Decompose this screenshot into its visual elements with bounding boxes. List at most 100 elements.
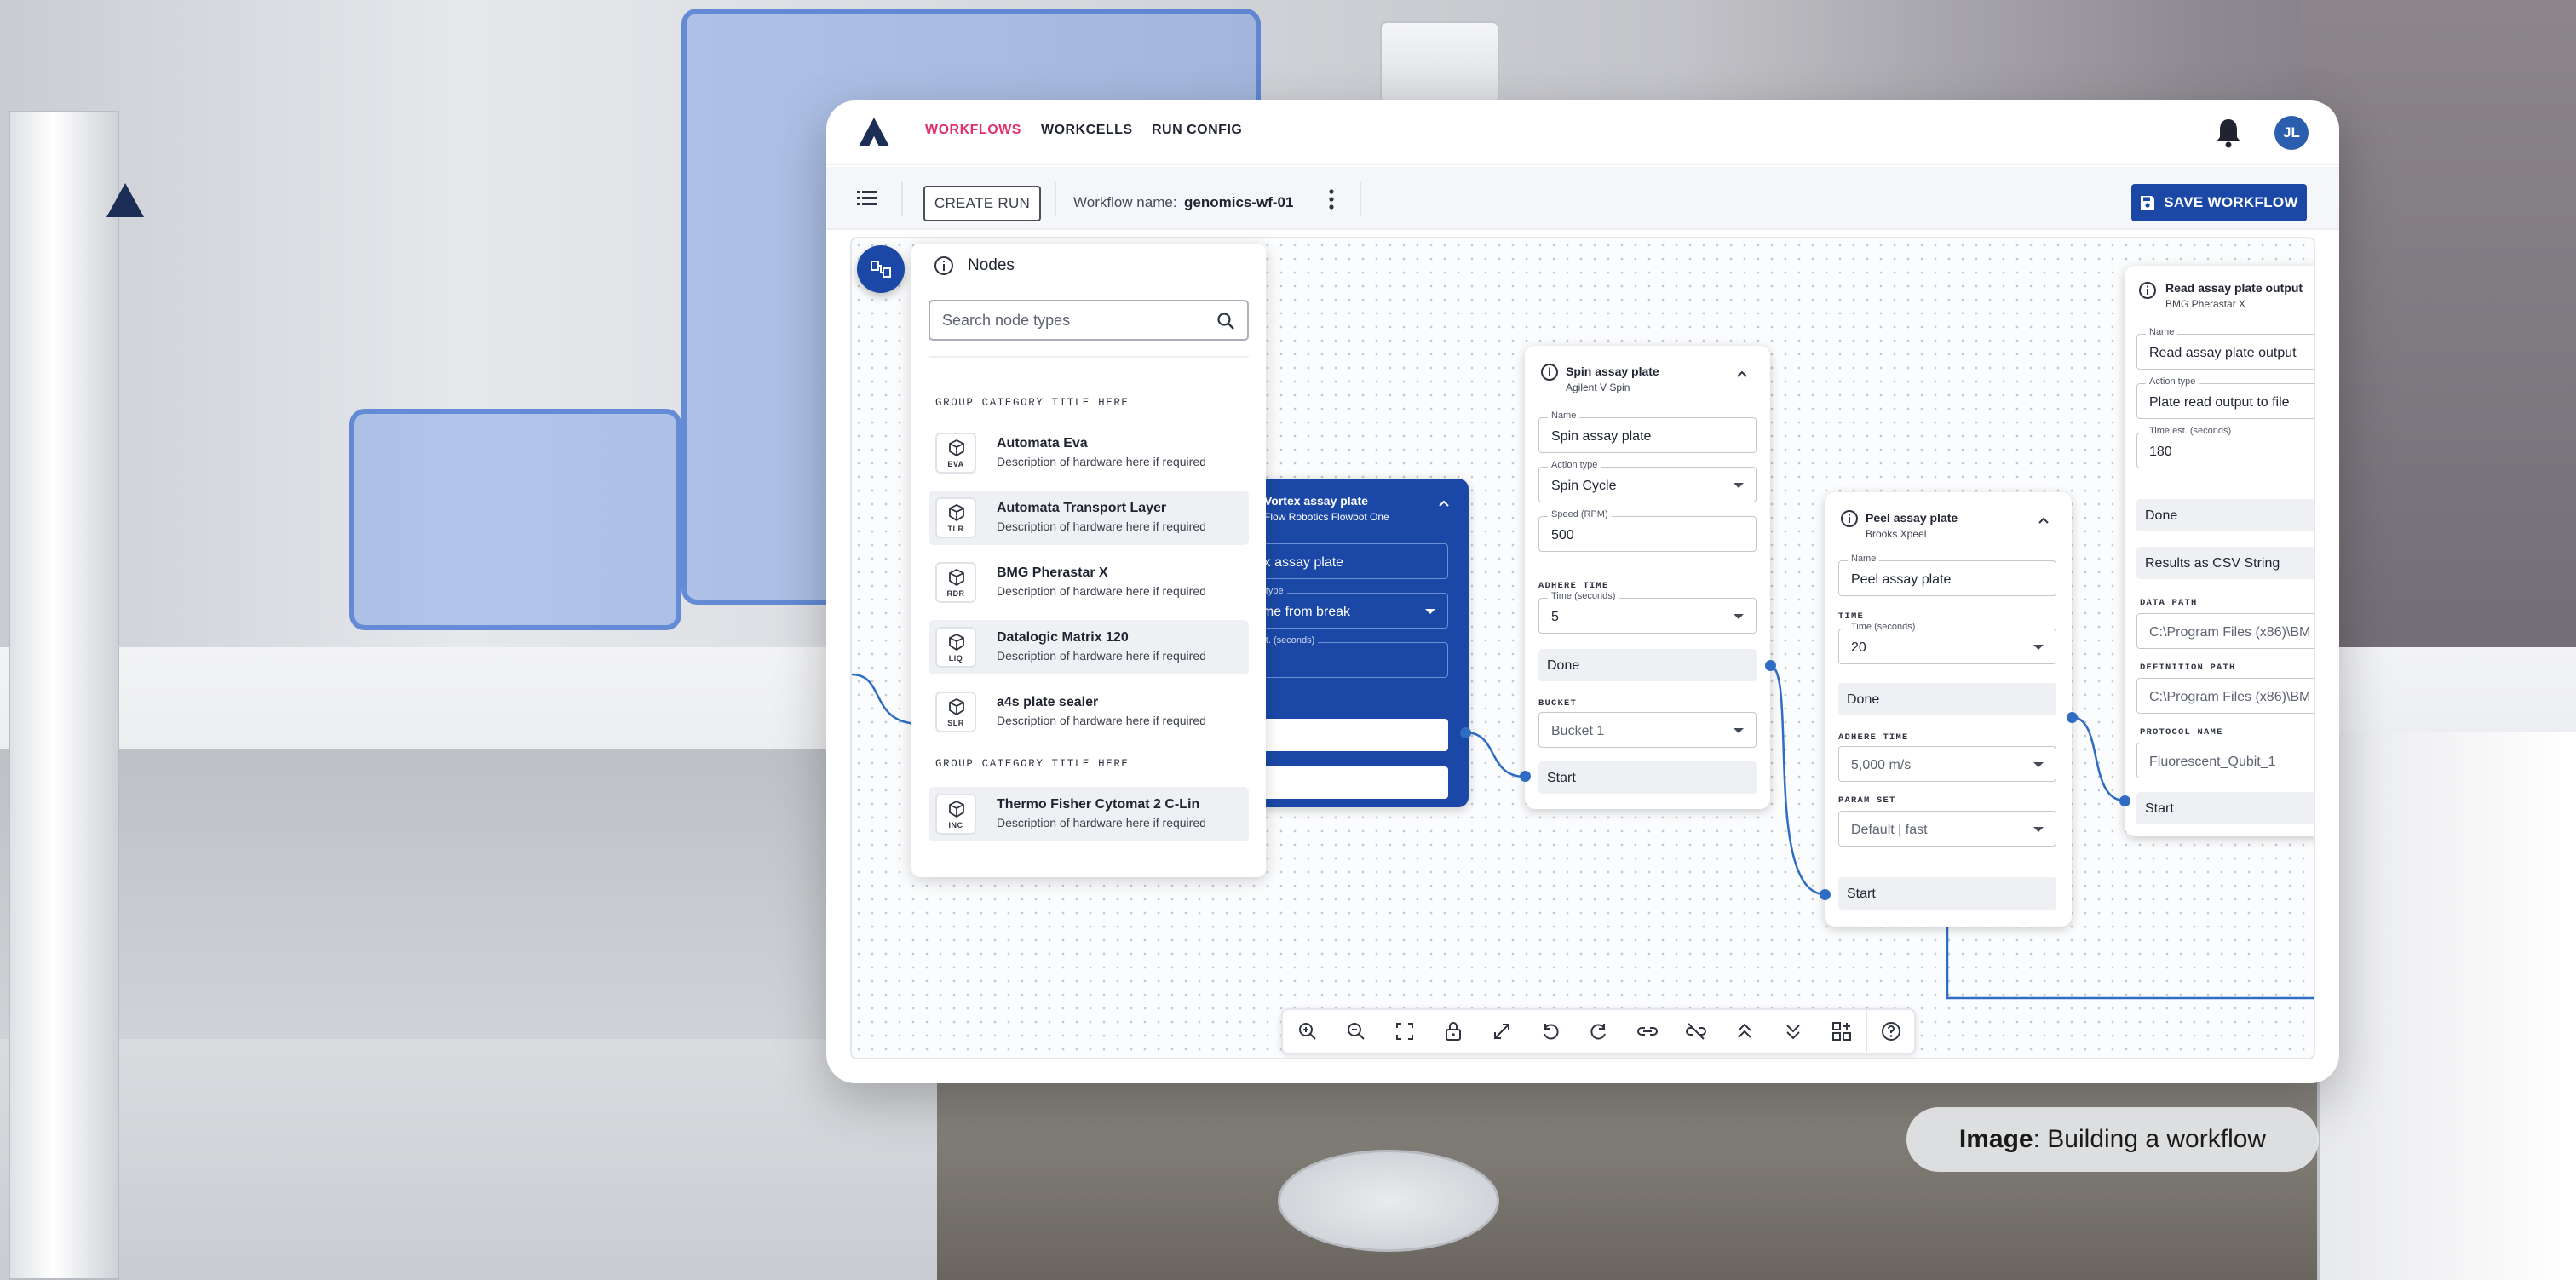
nav-workflows[interactable]: WORKFLOWS: [925, 123, 1021, 138]
hardware-item[interactable]: LIQ Datalogic Matrix 120 Description of …: [929, 620, 1249, 674]
toolbar-divider: [901, 182, 903, 216]
action-type-select[interactable]: tion type sume from break: [1252, 586, 1448, 629]
cube-icon: INC: [935, 794, 976, 835]
done-row[interactable]: Done: [1838, 683, 2056, 715]
group-category-title: GROUP CATEGORY TITLE HERE: [935, 397, 1130, 409]
more-options-icon[interactable]: [1327, 189, 1336, 210]
divider: [929, 356, 1249, 358]
info-icon: [1841, 510, 1858, 527]
time-select[interactable]: Time (seconds) 5: [1538, 591, 1757, 634]
node-card-read[interactable]: Read assay plate output BMG Pherastar X …: [2125, 266, 2314, 836]
time-select[interactable]: Time (seconds) 20: [1838, 622, 2056, 664]
caption-text: : Building a workflow: [2033, 1125, 2267, 1153]
protocol-name-field[interactable]: Fluorescent_Qubit_1: [2136, 743, 2314, 778]
unlink-icon[interactable]: [1671, 1010, 1720, 1053]
node-card-spin[interactable]: Spin assay plate Agilent V Spin Name Spi…: [1525, 346, 1770, 809]
collapse-icon[interactable]: [2038, 516, 2050, 525]
collapse-icon[interactable]: [1736, 370, 1748, 378]
undo-icon[interactable]: [1526, 1010, 1574, 1053]
done-row[interactable]: Done: [2136, 499, 2314, 531]
definition-path-label: DEFINITION PATH: [2140, 663, 2236, 673]
hardware-item[interactable]: EVA Automata Eva Description of hardware…: [929, 426, 1249, 480]
start-row[interactable]: Start: [1838, 877, 2056, 910]
bucket-select[interactable]: Bucket 1: [1538, 712, 1757, 748]
name-field[interactable]: Name Read assay plate output: [2136, 327, 2314, 370]
collapse-up-icon[interactable]: [1720, 1010, 1768, 1053]
toggle-nodes-button[interactable]: [857, 245, 905, 293]
done-row[interactable]: ne: [1252, 719, 1448, 751]
name-field[interactable]: Name Spin assay plate: [1538, 410, 1757, 453]
nodes-panel-header: Nodes: [934, 255, 1015, 276]
bucket-label: BUCKET: [1538, 698, 1578, 709]
info-icon: [1541, 364, 1558, 381]
workflow-toolbar: CREATE RUN Workflow name: genomics-wf-01…: [826, 167, 2339, 230]
list-icon[interactable]: [857, 189, 877, 206]
start-row[interactable]: rt: [1252, 766, 1448, 799]
node-card-peel[interactable]: Peel assay plate Brooks Xpeel Name Peel …: [1825, 492, 2072, 927]
input-port[interactable]: [1820, 889, 1831, 900]
zoom-in-icon[interactable]: [1283, 1010, 1331, 1053]
cube-icon: RDR: [935, 562, 976, 603]
time-est-field[interactable]: Time est. (seconds) 180: [2136, 426, 2314, 468]
adhere-time-select[interactable]: 5,000 m/s: [1838, 746, 2056, 782]
cube-icon: EVA: [935, 433, 976, 474]
help-icon[interactable]: [1866, 1010, 1914, 1053]
start-row[interactable]: Start: [1538, 761, 1757, 794]
param-set-label: PARAM SET: [1838, 795, 1896, 806]
save-workflow-label: SAVE WORKFLOW: [2164, 194, 2298, 210]
save-icon: [2141, 196, 2155, 210]
search-icon[interactable]: [1216, 312, 1235, 330]
app-logo: [859, 118, 889, 146]
hardware-item[interactable]: SLR a4s plate sealer Description of hard…: [929, 685, 1249, 739]
protocol-name-label: PROTOCOL NAME: [2140, 727, 2223, 738]
output-port[interactable]: [2067, 712, 2078, 723]
action-type-field[interactable]: Action type Plate read output to file: [2136, 376, 2314, 419]
node-search-input[interactable]: [930, 301, 1203, 339]
time-est-field[interactable]: e est. (seconds): [1252, 635, 1448, 678]
card-title: Spin assay plate: [1566, 364, 1659, 378]
user-avatar[interactable]: JL: [2274, 116, 2309, 150]
background-stool: [1278, 1150, 1499, 1252]
nav-workcells[interactable]: WORKCELLS: [1041, 123, 1133, 138]
lock-icon[interactable]: [1429, 1010, 1477, 1053]
fit-view-icon[interactable]: [1380, 1010, 1429, 1053]
definition-path-field[interactable]: C:\Program Files (x86)\BM: [2136, 678, 2314, 714]
time-section-label: TIME: [1838, 611, 1865, 622]
background-glass-box: [349, 409, 681, 630]
zoom-out-icon[interactable]: [1331, 1010, 1380, 1053]
nodes-panel: Nodes GROUP CATEGORY TITLE HERE EVA Auto…: [911, 244, 1266, 877]
done-row[interactable]: Done: [1538, 649, 1757, 681]
info-icon: [2139, 282, 2156, 299]
name-field[interactable]: Name Peel assay plate: [1838, 554, 2056, 596]
background-pillar: [9, 111, 119, 1280]
collapse-down-icon[interactable]: [1768, 1010, 1817, 1053]
action-type-select[interactable]: Action type Spin Cycle: [1538, 460, 1757, 502]
data-path-field[interactable]: C:\Program Files (x86)\BM: [2136, 613, 2314, 649]
save-workflow-button[interactable]: SAVE WORKFLOW: [2131, 184, 2307, 221]
collapse-icon[interactable]: [1438, 499, 1450, 508]
node-card-vortex[interactable]: Vortex assay plate Flow Robotics Flowbot…: [1252, 479, 1469, 807]
hardware-item[interactable]: RDR BMG Pherastar X Description of hardw…: [929, 555, 1249, 610]
link-icon[interactable]: [1623, 1010, 1671, 1053]
name-field[interactable]: me rtex assay plate: [1252, 537, 1448, 579]
workflow-name-value[interactable]: genomics-wf-01: [1184, 194, 1293, 211]
output-port[interactable]: [1765, 660, 1776, 671]
background-cabinet: [2317, 732, 2576, 1280]
output-port[interactable]: [1460, 727, 1471, 738]
adhere-time-label: ADHERE TIME: [1538, 581, 1609, 591]
input-port[interactable]: [2119, 795, 2130, 806]
speed-field[interactable]: Speed (RPM) 500: [1538, 509, 1757, 552]
expand-icon[interactable]: [1477, 1010, 1526, 1053]
param-set-select[interactable]: Default | fast: [1838, 811, 2056, 847]
create-run-button[interactable]: CREATE RUN: [923, 186, 1041, 221]
layout-icon[interactable]: [1817, 1010, 1866, 1053]
input-port[interactable]: [1520, 771, 1531, 782]
start-row[interactable]: Start: [2136, 792, 2314, 824]
results-row[interactable]: Results as CSV String: [2136, 547, 2314, 579]
redo-icon[interactable]: [1574, 1010, 1623, 1053]
nav-run-config[interactable]: RUN CONFIG: [1152, 123, 1242, 138]
hardware-item[interactable]: TLR Automata Transport Layer Description…: [929, 491, 1249, 545]
hardware-item[interactable]: INC Thermo Fisher Cytomat 2 C-Lin Descri…: [929, 787, 1249, 841]
workflow-name-label: Workflow name:: [1073, 194, 1177, 210]
notifications-bell-icon[interactable]: [2213, 116, 2244, 148]
